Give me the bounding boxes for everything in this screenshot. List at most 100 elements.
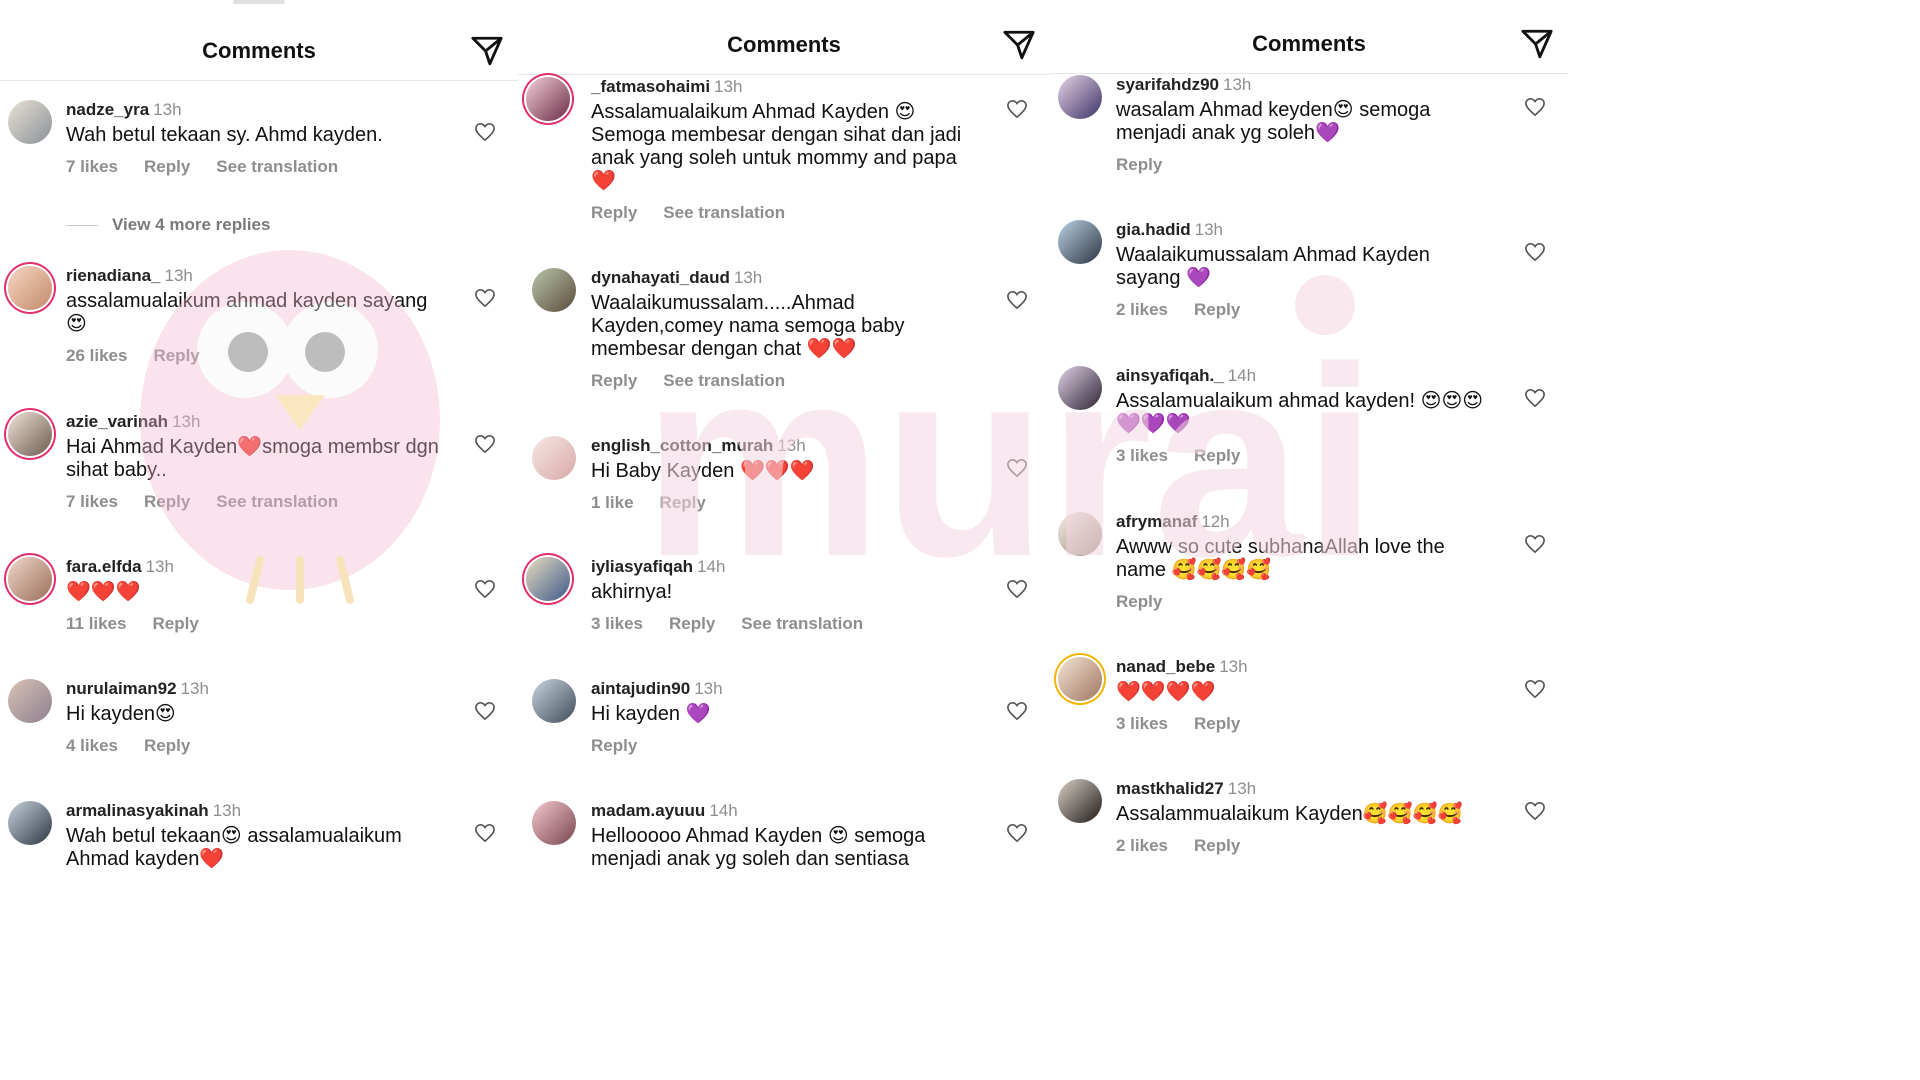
avatar[interactable] — [8, 801, 52, 845]
heart-outline-icon[interactable] — [1006, 579, 1028, 599]
likes-count[interactable]: 7 likes — [66, 157, 118, 176]
username[interactable]: aintajudin90 — [591, 679, 690, 698]
send-icon[interactable] — [1002, 28, 1036, 62]
likes-count[interactable]: 3 likes — [1116, 714, 1168, 733]
see-translation-button[interactable]: See translation — [741, 614, 863, 633]
comment-text: Hellooooo Ahmad Kayden 😍 semoga menjadi … — [591, 825, 926, 870]
avatar[interactable] — [1058, 220, 1102, 264]
username[interactable]: azie_varinah — [66, 412, 168, 431]
avatar[interactable] — [532, 801, 576, 845]
username[interactable]: fara.elfda — [66, 557, 142, 576]
username[interactable]: nanad_bebe — [1116, 657, 1215, 676]
likes-count[interactable]: 4 likes — [66, 736, 118, 755]
send-icon[interactable] — [1520, 27, 1554, 61]
likes-count[interactable]: 3 likes — [591, 614, 643, 633]
avatar[interactable] — [8, 557, 52, 601]
avatar[interactable] — [1058, 779, 1102, 823]
reply-button[interactable]: Reply — [1116, 155, 1162, 174]
heart-outline-icon[interactable] — [1524, 679, 1546, 699]
likes-count[interactable]: 7 likes — [66, 492, 118, 511]
avatar[interactable] — [8, 679, 52, 723]
avatar[interactable] — [1058, 512, 1102, 556]
heart-outline-icon[interactable] — [474, 579, 496, 599]
heart-outline-icon[interactable] — [474, 701, 496, 721]
heart-outline-icon[interactable] — [1006, 823, 1028, 843]
heart-outline-icon[interactable] — [474, 122, 496, 142]
reply-button[interactable]: Reply — [1194, 714, 1240, 733]
username[interactable]: madam.ayuuu — [591, 801, 705, 820]
see-translation-button[interactable]: See translation — [663, 371, 785, 390]
reply-button[interactable]: Reply — [591, 203, 637, 222]
likes-count[interactable]: 26 likes — [66, 346, 127, 365]
avatar[interactable] — [1058, 366, 1102, 410]
avatar[interactable] — [532, 268, 576, 312]
see-translation-button[interactable]: See translation — [216, 492, 338, 511]
likes-count[interactable]: 3 likes — [1116, 446, 1168, 465]
username[interactable]: _fatmasohaimi — [591, 77, 710, 96]
reply-button[interactable]: Reply — [660, 493, 706, 512]
comment-text: Assalammualaikum Kayden🥰🥰🥰🥰 — [1116, 803, 1463, 825]
username[interactable]: iyliasyafiqah — [591, 557, 693, 576]
likes-count[interactable]: 2 likes — [1116, 300, 1168, 319]
heart-outline-icon[interactable] — [474, 434, 496, 454]
view-more-replies[interactable]: View 4 more replies — [66, 215, 270, 235]
timestamp: 13h — [172, 412, 201, 431]
username[interactable]: ainsyafiqah._ — [1116, 366, 1224, 385]
username[interactable]: afrymanaf — [1116, 512, 1197, 531]
avatar[interactable] — [532, 436, 576, 480]
username[interactable]: mastkhalid27 — [1116, 779, 1224, 798]
reply-button[interactable]: Reply — [1194, 446, 1240, 465]
send-icon[interactable] — [470, 34, 504, 68]
reply-button[interactable]: Reply — [591, 371, 637, 390]
avatar[interactable] — [1058, 657, 1102, 701]
avatar[interactable] — [1058, 75, 1102, 119]
username[interactable]: nurulaiman92 — [66, 679, 177, 698]
heart-outline-icon[interactable] — [1524, 534, 1546, 554]
heart-outline-icon[interactable] — [474, 288, 496, 308]
username[interactable]: dynahayati_daud — [591, 268, 730, 287]
username[interactable]: gia.hadid — [1116, 220, 1191, 239]
avatar[interactable] — [8, 266, 52, 310]
heart-outline-icon[interactable] — [1524, 97, 1546, 117]
reply-button[interactable]: Reply — [1194, 300, 1240, 319]
drag-handle[interactable] — [233, 0, 285, 4]
heart-outline-icon[interactable] — [1006, 290, 1028, 310]
reply-button[interactable]: Reply — [591, 736, 637, 755]
heart-outline-icon[interactable] — [1524, 242, 1546, 262]
timestamp: 13h — [164, 266, 193, 285]
username[interactable]: rienadiana_ — [66, 266, 161, 285]
username[interactable]: armalinasyakinah — [66, 801, 209, 820]
see-translation-button[interactable]: See translation — [663, 203, 785, 222]
username[interactable]: english_cotton_murah — [591, 436, 773, 455]
heart-outline-icon[interactable] — [1524, 388, 1546, 408]
heart-outline-icon[interactable] — [1006, 701, 1028, 721]
comments-panel-3: Comments syarifahdz90 13h wasalam Ahmad k… — [1050, 0, 1568, 882]
comment-text: akhirnya! — [591, 581, 673, 603]
username[interactable]: syarifahdz90 — [1116, 75, 1219, 94]
avatar[interactable] — [532, 679, 576, 723]
avatar[interactable] — [8, 100, 52, 144]
avatar[interactable] — [8, 412, 52, 456]
comment-text: Awww so cute subhanaAllah love the name … — [1116, 536, 1445, 581]
reply-button[interactable]: Reply — [1194, 836, 1240, 855]
heart-outline-icon[interactable] — [1006, 99, 1028, 119]
username[interactable]: nadze_yra — [66, 100, 149, 119]
reply-button[interactable]: Reply — [153, 614, 199, 633]
heart-outline-icon[interactable] — [474, 823, 496, 843]
heart-outline-icon[interactable] — [1006, 458, 1028, 478]
avatar[interactable] — [526, 77, 570, 121]
timestamp: 13h — [777, 436, 806, 455]
comment-text: wasalam Ahmad keyden😍 semoga menjadi ana… — [1116, 99, 1431, 144]
reply-button[interactable]: Reply — [144, 736, 190, 755]
heart-outline-icon[interactable] — [1524, 801, 1546, 821]
reply-button[interactable]: Reply — [144, 157, 190, 176]
avatar[interactable] — [526, 557, 570, 601]
reply-button[interactable]: Reply — [153, 346, 199, 365]
reply-button[interactable]: Reply — [669, 614, 715, 633]
reply-button[interactable]: Reply — [144, 492, 190, 511]
likes-count[interactable]: 11 likes — [66, 614, 127, 633]
reply-button[interactable]: Reply — [1116, 592, 1162, 611]
likes-count[interactable]: 1 like — [591, 493, 634, 512]
likes-count[interactable]: 2 likes — [1116, 836, 1168, 855]
see-translation-button[interactable]: See translation — [216, 157, 338, 176]
